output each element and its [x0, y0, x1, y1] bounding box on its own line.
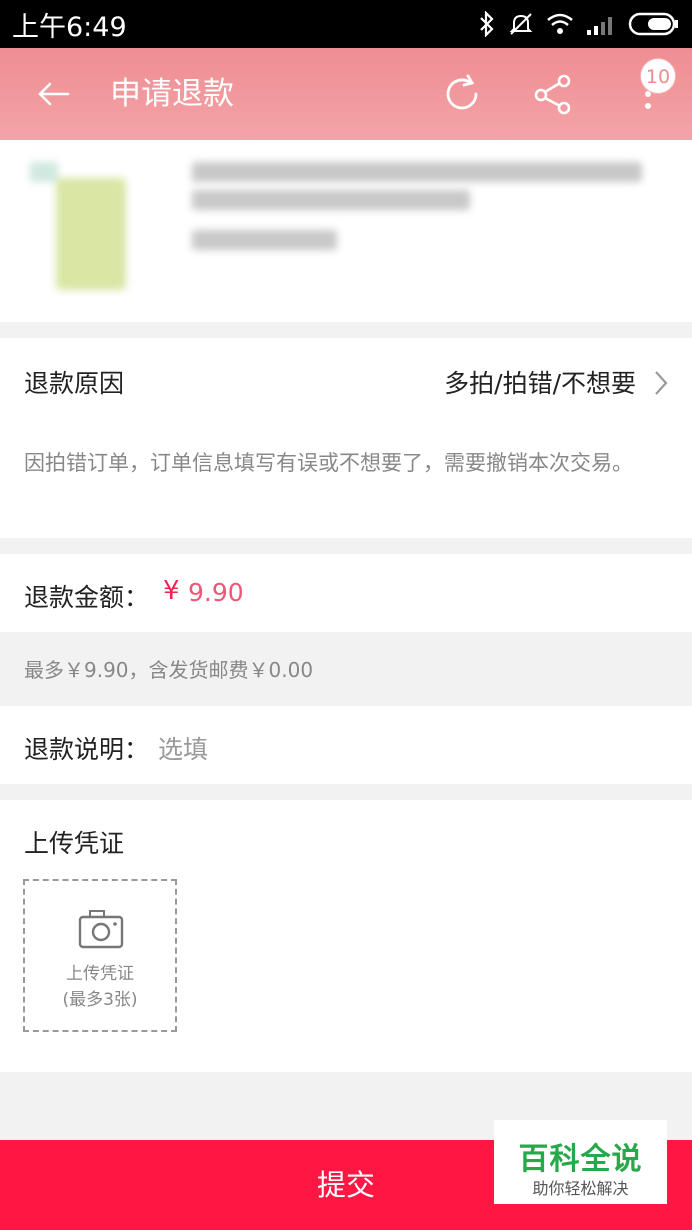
refund-memo-section: 退款说明： 选填: [0, 706, 692, 784]
product-card[interactable]: [0, 140, 692, 322]
refund-amount-input[interactable]: 9.90: [188, 578, 244, 607]
product-title-blurred: [192, 162, 642, 182]
upload-proof-section: 上传凭证 上传凭证 (最多3张): [0, 800, 692, 1072]
battery-icon: [628, 12, 678, 36]
refund-reason-label: 退款原因: [24, 369, 125, 398]
product-thumbnail: [30, 162, 150, 302]
wifi-icon: [547, 13, 573, 34]
back-arrow-icon[interactable]: [34, 74, 74, 114]
signal-icon: [587, 17, 612, 35]
bluetooth-icon: [480, 11, 494, 37]
upload-box-label: 上传凭证: [66, 964, 134, 984]
status-bar: 上午6:49: [0, 0, 692, 48]
upload-proof-label: 上传凭证: [24, 829, 125, 858]
refund-reason-description: 因拍错订单，订单信息填写有误或不想要了，需要撤销本次交易。: [24, 451, 633, 475]
system-icons: [478, 11, 680, 37]
app-bar: 申请退款 10: [0, 48, 692, 140]
refund-memo-input[interactable]: 选填: [158, 730, 208, 766]
max-refund-note: 最多￥9.90，含发货邮费￥0.00: [0, 632, 692, 706]
share-icon[interactable]: [532, 72, 576, 116]
refund-reason-section: 退款原因 多拍/拍错/不想要 因拍错订单，订单信息填写有误或不想要了，需要撤销本…: [0, 338, 692, 538]
max-refund-text: 最多￥9.90，含发货邮费￥0.00: [24, 658, 314, 682]
watermark-subtitle: 助你轻松解决: [532, 1179, 629, 1198]
product-title-blurred-2: [192, 190, 470, 210]
product-spec-blurred: [192, 230, 337, 250]
refund-reason-select[interactable]: 多拍/拍错/不想要: [444, 364, 636, 400]
refresh-icon[interactable]: [440, 72, 484, 116]
upload-box-limit: (最多3张): [62, 990, 138, 1010]
camera-icon: [78, 910, 124, 949]
chevron-right-icon[interactable]: [652, 368, 670, 398]
watermark-logo: 百科全说 助你轻松解决: [494, 1120, 667, 1204]
mute-icon: [509, 13, 533, 35]
status-time: 上午6:49: [12, 11, 127, 43]
currency-symbol: ¥: [163, 576, 180, 606]
notification-badge: 10: [640, 58, 676, 94]
refund-amount-label: 退款金额：: [24, 583, 150, 612]
upload-proof-button[interactable]: 上传凭证 (最多3张): [23, 879, 177, 1032]
refund-amount-section: 退款金额： ¥ 9.90: [0, 554, 692, 632]
watermark-title: 百科全说: [518, 1142, 643, 1177]
page-title: 申请退款: [110, 76, 234, 112]
refund-memo-label: 退款说明：: [24, 735, 150, 764]
